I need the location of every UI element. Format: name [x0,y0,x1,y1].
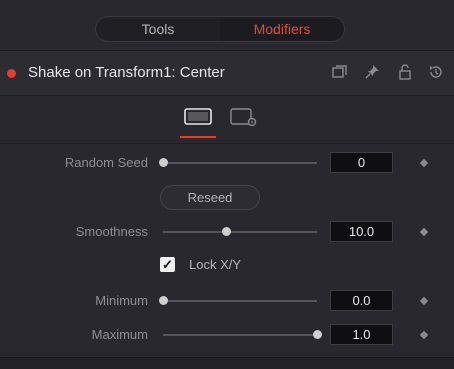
modifier-controls: Random Seed 0 Reseed Smoothness 10.0 ✓ L… [0,145,454,357]
pin-icon[interactable] [363,63,381,81]
lock-xy-label: Lock X/Y [189,257,242,272]
tab-modifiers[interactable]: Modifiers [220,17,344,41]
active-subtab-underline [180,136,216,138]
maximum-field[interactable]: 1.0 [330,324,393,345]
minimum-label: Minimum [95,293,148,308]
inspector-subtabs [0,96,454,144]
smoothness-slider[interactable] [163,231,317,233]
smoothness-slider-knob[interactable] [221,227,231,236]
smoothness-label: Smoothness [75,224,148,239]
maximum-slider[interactable] [163,334,317,336]
active-indicator-dot[interactable] [7,69,16,78]
settings-tab-icon[interactable] [229,107,259,127]
panel-footer [0,357,454,369]
smoothness-keyframe-icon[interactable] [419,227,429,237]
inspector-header: Shake on Transform1: Center [0,50,454,96]
node-title: Shake on Transform1: Center [28,64,225,81]
random-seed-slider-knob[interactable] [158,158,168,167]
minimum-field[interactable]: 0.0 [330,290,393,311]
checkmark-icon: ✓ [162,256,173,272]
random-seed-field[interactable]: 0 [330,152,393,173]
minimum-slider-knob[interactable] [158,296,168,305]
maximum-slider-knob[interactable] [312,330,322,339]
maximum-keyframe-icon[interactable] [419,330,429,340]
random-seed-slider[interactable] [163,162,317,164]
reset-icon[interactable] [427,63,445,81]
random-seed-label: Random Seed [64,155,148,170]
controls-tab-icon[interactable] [183,107,213,127]
reseed-button[interactable]: Reseed [160,185,260,210]
lock-icon[interactable] [396,63,414,81]
random-seed-keyframe-icon[interactable] [419,158,429,168]
maximum-label: Maximum [91,327,148,342]
panel-tabs: Tools Modifiers [95,16,345,42]
smoothness-field[interactable]: 10.0 [330,221,393,242]
minimum-keyframe-icon[interactable] [419,296,429,306]
lock-xy-checkbox[interactable]: ✓ [160,257,175,272]
minimum-slider[interactable] [163,300,317,302]
collapse-panel-icon[interactable] [331,63,349,81]
top-tab-bar: Tools Modifiers [0,0,454,42]
tab-tools[interactable]: Tools [96,17,220,41]
